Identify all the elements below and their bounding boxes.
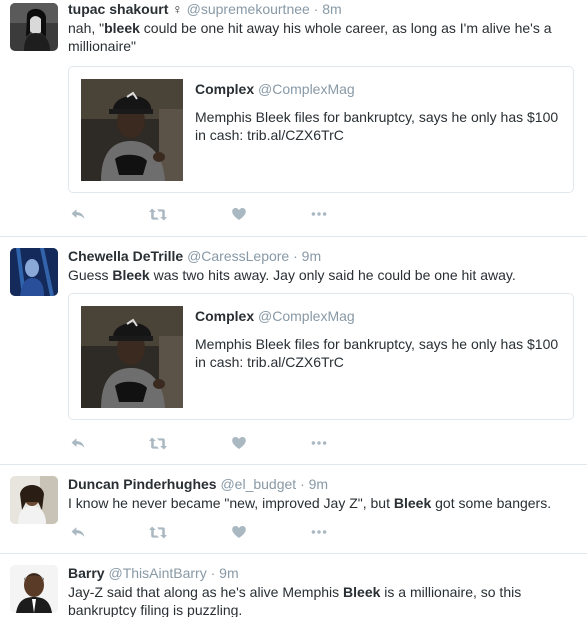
timestamp[interactable]: 9m (309, 476, 328, 492)
card-author-name[interactable]: Complex (195, 81, 254, 97)
timestamp[interactable]: 9m (302, 248, 321, 264)
heart-icon[interactable] (229, 522, 249, 542)
tweet-text: nah, "bleek could be one hit away his wh… (68, 20, 552, 54)
tweet-header: tupac shakourt ♀ @supremekourtnee · 8m (68, 1, 575, 17)
author-handle[interactable]: @el_budget (220, 476, 296, 492)
name-symbol: ♀ (172, 1, 183, 17)
timestamp[interactable]: 8m (322, 1, 341, 17)
card-header: Complex @ComplexMag (195, 80, 561, 98)
tweet-actions (68, 433, 368, 453)
reply-icon[interactable] (68, 522, 88, 542)
tweet-text: I know he never became "new, improved Ja… (68, 495, 552, 511)
highlight-term: Bleek (393, 495, 432, 511)
retweet-icon[interactable] (148, 522, 168, 542)
separator: · (300, 476, 305, 492)
quoted-tweet-card[interactable]: Complex @ComplexMag Memphis Bleek files … (68, 66, 574, 193)
author-name[interactable]: Duncan Pinderhughes (68, 476, 217, 492)
avatar[interactable] (10, 248, 58, 296)
tweet-text: Guess Bleek was two hits away. Jay only … (68, 267, 516, 283)
author-name[interactable]: Chewella DeTrille (68, 248, 183, 264)
author-name[interactable]: tupac shakourt (68, 1, 168, 17)
separator: · (293, 248, 298, 264)
card-author-name[interactable]: Complex (195, 308, 254, 324)
card-header: Complex @ComplexMag (195, 307, 561, 325)
highlight-term: bleek (104, 20, 140, 36)
author-handle[interactable]: @ThisAintBarry (108, 565, 206, 581)
heart-icon[interactable] (229, 433, 249, 453)
tweet[interactable]: Duncan Pinderhughes @el_budget · 9m I kn… (0, 465, 587, 554)
quoted-tweet-card[interactable]: Complex @ComplexMag Memphis Bleek files … (68, 293, 574, 420)
reply-icon[interactable] (68, 204, 88, 224)
avatar[interactable] (10, 476, 58, 524)
separator: · (313, 1, 319, 17)
tweet-text: Jay-Z said that along as he's alive Memp… (68, 584, 522, 617)
author-name[interactable]: Barry (68, 565, 105, 581)
card-text: Memphis Bleek files for bankruptcy, says… (195, 109, 559, 143)
card-author-handle[interactable]: @ComplexMag (258, 81, 355, 97)
card-image (81, 306, 183, 408)
tweet-header: Duncan Pinderhughes @el_budget · 9m (68, 476, 575, 492)
card-text: Memphis Bleek files for bankruptcy, says… (195, 336, 559, 370)
tweet-actions (68, 204, 368, 224)
tweet-actions (68, 522, 368, 542)
timeline: tupac shakourt ♀ @supremekourtnee · 8m n… (0, 0, 587, 617)
highlight-term: Bleek (343, 584, 381, 600)
retweet-icon[interactable] (148, 204, 168, 224)
heart-icon[interactable] (229, 204, 249, 224)
card-image (81, 79, 183, 181)
separator: · (210, 565, 216, 581)
tweet[interactable]: Barry @ThisAintBarry · 9m Jay-Z said tha… (0, 554, 587, 617)
avatar[interactable] (10, 3, 58, 51)
tweet[interactable]: tupac shakourt ♀ @supremekourtnee · 8m n… (0, 0, 587, 237)
author-handle[interactable]: @CaressLepore (187, 248, 289, 264)
tweet-header: Barry @ThisAintBarry · 9m (68, 565, 575, 581)
more-icon[interactable] (309, 204, 329, 224)
avatar[interactable] (10, 565, 58, 613)
more-icon[interactable] (309, 433, 329, 453)
timestamp[interactable]: 9m (219, 565, 238, 581)
tweet-header: Chewella DeTrille @CaressLepore · 9m (68, 248, 575, 264)
tweet[interactable]: Chewella DeTrille @CaressLepore · 9m Gue… (0, 237, 587, 465)
highlight-term: Bleek (112, 267, 150, 283)
more-icon[interactable] (309, 522, 329, 542)
retweet-icon[interactable] (148, 433, 168, 453)
reply-icon[interactable] (68, 433, 88, 453)
card-author-handle[interactable]: @ComplexMag (258, 308, 355, 324)
author-handle[interactable]: @supremekourtnee (187, 1, 310, 17)
